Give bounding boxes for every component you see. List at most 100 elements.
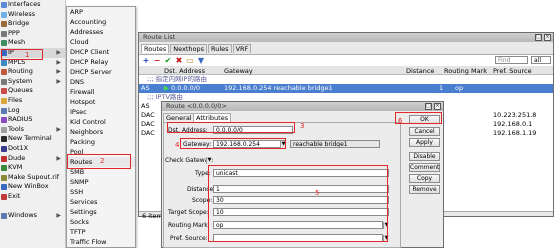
filter-icon[interactable]: ▼ bbox=[196, 56, 206, 65]
submenu-item-cloud[interactable]: Cloud bbox=[67, 37, 135, 47]
submenu-arrow-icon: ▶ bbox=[56, 77, 61, 85]
annotation-3: 3 bbox=[300, 122, 305, 130]
submenu-item-dns[interactable]: DNS bbox=[67, 77, 135, 87]
menu-item-new-winbox[interactable]: New WinBox bbox=[0, 182, 65, 192]
cancel-button[interactable]: Cancel bbox=[409, 127, 440, 136]
menu-item-make-supout-rif[interactable]: Make Supout.rif bbox=[0, 173, 65, 183]
tab-attributes[interactable]: Attributes bbox=[193, 113, 232, 122]
disable-icon[interactable]: ✖ bbox=[174, 56, 184, 65]
submenu-arrow-icon: ▶ bbox=[56, 48, 61, 56]
col-distance[interactable]: Distance bbox=[406, 67, 434, 75]
route-list-header: Dst. Address Gateway Distance Routing Ma… bbox=[139, 66, 553, 75]
col-pref-source[interactable]: Pref. Source bbox=[493, 67, 532, 75]
comment-icon[interactable]: ▭ bbox=[185, 56, 195, 65]
menu-icon bbox=[1, 184, 7, 191]
submenu-item-neighbors[interactable]: Neighbors bbox=[67, 127, 135, 137]
submenu-item-dhcp-client[interactable]: DHCP Client bbox=[67, 47, 135, 57]
check-gateway-dropdown-icon[interactable]: ▼ bbox=[206, 157, 212, 164]
menu-item-radius[interactable]: RADIUS bbox=[0, 115, 65, 125]
menu-icon bbox=[1, 97, 7, 104]
menu-icon bbox=[1, 69, 7, 76]
menu-item-dude[interactable]: Dude ▶ bbox=[0, 154, 65, 164]
menu-icon bbox=[1, 193, 7, 200]
submenu-item-hotspot[interactable]: Hotspot bbox=[67, 97, 135, 107]
target-scope-label: Target Scope: bbox=[168, 209, 209, 216]
menu-item-windows[interactable]: Windows ▶ bbox=[0, 211, 65, 221]
submenu-item-dhcp-server[interactable]: DHCP Server bbox=[67, 67, 135, 77]
col-dst-address[interactable]: Dst. Address bbox=[164, 67, 205, 75]
find-input[interactable]: Find bbox=[495, 56, 528, 64]
submenu-item-dhcp-relay[interactable]: DHCP Relay bbox=[67, 57, 135, 67]
menu-item-files[interactable]: Files bbox=[0, 96, 65, 106]
route-list-titlebar[interactable]: Route List □ × bbox=[139, 33, 553, 42]
enable-icon[interactable]: ✔ bbox=[163, 56, 173, 65]
disable-button[interactable]: Disable bbox=[409, 152, 440, 161]
menu-item-ppp[interactable]: PPP bbox=[0, 29, 65, 39]
maximize-button[interactable]: □ bbox=[535, 34, 542, 41]
tab-vrf[interactable]: VRF bbox=[232, 44, 252, 53]
menu-item-routing[interactable]: Routing ▶ bbox=[0, 67, 65, 77]
menu-icon bbox=[1, 203, 7, 210]
submenu-arrow-icon: ▶ bbox=[56, 212, 61, 220]
remove-button[interactable]: Remove bbox=[409, 185, 440, 194]
menu-icon bbox=[1, 21, 7, 28]
submenu-arrow-icon: ▶ bbox=[56, 125, 61, 133]
menu-icon bbox=[1, 78, 7, 85]
submenu-item-addresses[interactable]: Addresses bbox=[67, 27, 135, 37]
menu-item-queues[interactable]: Queues bbox=[0, 86, 65, 96]
menu-item-bridge[interactable]: Bridge bbox=[0, 19, 65, 29]
menu-icon bbox=[1, 126, 7, 133]
menu-icon bbox=[1, 11, 7, 18]
annotation-box-ip bbox=[1, 49, 43, 60]
apply-button[interactable]: Apply bbox=[409, 138, 440, 147]
maximize-button[interactable]: □ bbox=[425, 103, 432, 110]
submenu-item-tftp[interactable]: TFTP bbox=[67, 227, 135, 237]
tab-general[interactable]: General bbox=[163, 113, 195, 122]
close-button[interactable]: × bbox=[434, 103, 441, 110]
submenu-item-socks[interactable]: Socks bbox=[67, 217, 135, 227]
tab-routes[interactable]: Routes bbox=[141, 44, 170, 53]
col-gateway[interactable]: Gateway bbox=[224, 67, 253, 75]
menu-item-exit[interactable]: Exit bbox=[0, 192, 65, 202]
submenu-item-services[interactable]: Services bbox=[67, 197, 135, 207]
menu-item-system[interactable]: System ▶ bbox=[0, 77, 65, 87]
menu-item-kvm[interactable]: KVM bbox=[0, 163, 65, 173]
tab-nexthops[interactable]: Nexthops bbox=[170, 44, 208, 53]
submenu-item-settings[interactable]: Settings bbox=[67, 207, 135, 217]
comment-button[interactable]: Comment bbox=[409, 163, 440, 172]
menu-item-mesh[interactable]: Mesh bbox=[0, 38, 65, 48]
menu-item-new-terminal[interactable]: New Terminal bbox=[0, 134, 65, 144]
submenu-item-ssh[interactable]: SSH bbox=[67, 187, 135, 197]
annotation-2: 2 bbox=[100, 157, 105, 165]
submenu-item-traffic-flow[interactable]: Traffic Flow bbox=[67, 237, 135, 247]
menu-item-dot1x[interactable]: Dot1X bbox=[0, 144, 65, 154]
menu-item-tools[interactable]: Tools ▶ bbox=[0, 125, 65, 135]
route-list-tabs: Routes Nexthops Rules VRF bbox=[139, 44, 553, 54]
annotation-box-attributes bbox=[208, 165, 388, 242]
filter-select[interactable]: all bbox=[531, 56, 551, 64]
main-menu: Interfaces Wireless Bridge PPP Mesh IP ▶ MPLS ▶ R… bbox=[0, 0, 66, 248]
remove-icon[interactable]: − bbox=[152, 56, 162, 65]
add-icon[interactable]: + bbox=[141, 56, 151, 65]
copy-button[interactable]: Copy bbox=[409, 174, 440, 183]
menu-item-interfaces[interactable]: Interfaces bbox=[0, 0, 65, 10]
close-button[interactable]: × bbox=[544, 34, 551, 41]
submenu-item-accounting[interactable]: Accounting bbox=[67, 17, 135, 27]
tab-rules[interactable]: Rules bbox=[208, 44, 232, 53]
submenu-item-snmp[interactable]: SNMP bbox=[67, 177, 135, 187]
menu-icon bbox=[1, 59, 7, 66]
menu-item-wireless[interactable]: Wireless bbox=[0, 10, 65, 20]
col-routing-mark[interactable]: Routing Mark bbox=[444, 67, 487, 75]
submenu-item-packing[interactable]: Packing bbox=[67, 137, 135, 147]
annotation-5: 5 bbox=[315, 189, 320, 197]
menu-icon bbox=[1, 155, 7, 162]
route-dialog-titlebar[interactable]: Route <0.0.0.0/0> □ × bbox=[162, 102, 443, 111]
menu-item-log[interactable]: Log bbox=[0, 106, 65, 116]
table-row[interactable]: AS ▶ 0.0.0.0/0 192.168.0.254 reachable b… bbox=[139, 84, 553, 93]
annotation-box-gateway bbox=[180, 138, 286, 149]
submenu-item-kid-control[interactable]: Kid Control bbox=[67, 117, 135, 127]
menu-icon bbox=[1, 40, 7, 47]
submenu-item-ipsec[interactable]: IPsec bbox=[67, 107, 135, 117]
submenu-item-arp[interactable]: ARP bbox=[67, 7, 135, 17]
submenu-item-firewall[interactable]: Firewall bbox=[67, 87, 135, 97]
